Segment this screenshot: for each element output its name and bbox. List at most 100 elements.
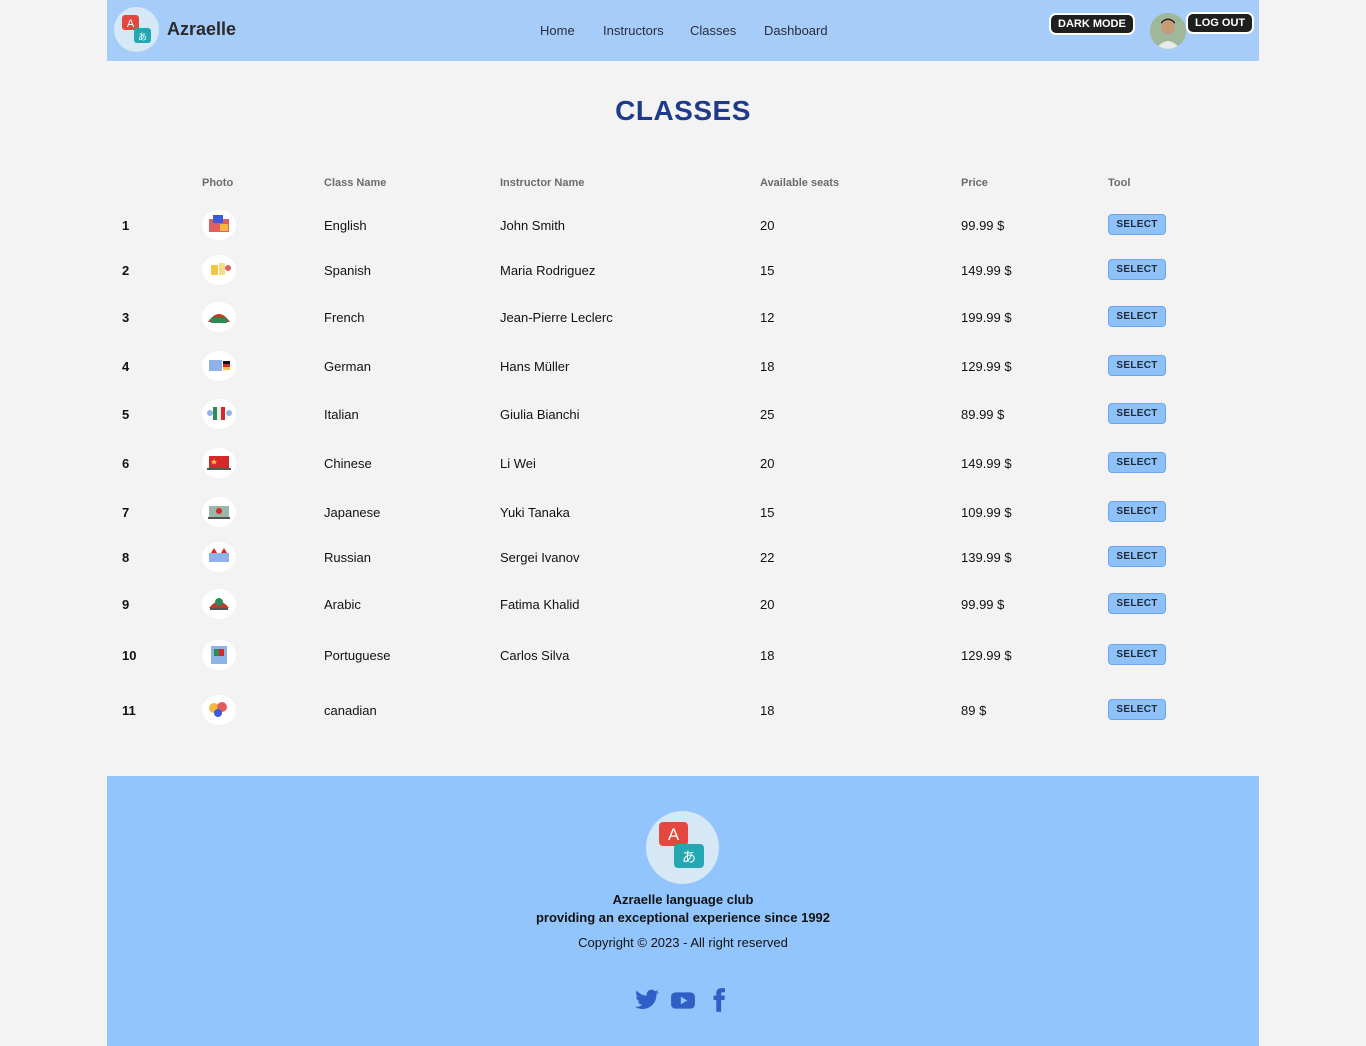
row-number: 1 bbox=[122, 218, 130, 233]
class-name: Italian bbox=[324, 407, 359, 422]
row-number: 5 bbox=[122, 407, 130, 422]
row-number: 7 bbox=[122, 505, 130, 520]
class-name: Spanish bbox=[324, 263, 371, 278]
svg-text:A: A bbox=[668, 825, 680, 844]
price: 99.99 $ bbox=[961, 597, 1005, 612]
select-button[interactable]: SELECT bbox=[1108, 452, 1166, 473]
instructor-name: Maria Rodriguez bbox=[500, 263, 596, 278]
price: 149.99 $ bbox=[961, 456, 1012, 471]
tagline: providing an exceptional experience sinc… bbox=[535, 910, 831, 925]
table-row: 7 Japanese Yuki Tanaka 15 109.99 $ SELEC… bbox=[107, 497, 1259, 527]
avatar[interactable] bbox=[1150, 13, 1186, 49]
svg-text:あ: あ bbox=[138, 32, 147, 43]
svg-text:A: A bbox=[127, 18, 135, 30]
class-name: canadian bbox=[324, 703, 377, 718]
class-photo bbox=[202, 448, 236, 478]
column-header-instructor-name: Instructor Name bbox=[500, 177, 585, 189]
class-name: Japanese bbox=[324, 505, 381, 520]
instructor-name: Giulia Bianchi bbox=[500, 407, 580, 422]
facebook-icon[interactable] bbox=[706, 987, 732, 1013]
class-name: Arabic bbox=[324, 597, 361, 612]
select-button[interactable]: SELECT bbox=[1108, 699, 1166, 720]
instructor-name: Yuki Tanaka bbox=[500, 505, 570, 520]
dark-mode-button[interactable]: DARK MODE bbox=[1049, 13, 1135, 35]
available-seats: 25 bbox=[760, 407, 775, 422]
table-row: 4 German Hans Müller 18 129.99 $ SELECT bbox=[107, 351, 1259, 381]
table-row: 1 English John Smith 20 99.99 $ SELECT bbox=[107, 210, 1259, 240]
available-seats: 20 bbox=[760, 456, 775, 471]
table-row: 5 Italian Giulia Bianchi 25 89.99 $ SELE… bbox=[107, 399, 1259, 429]
class-photo bbox=[202, 255, 236, 285]
instructor-name: John Smith bbox=[500, 218, 566, 233]
instructor-name: Li Wei bbox=[500, 456, 536, 471]
row-number: 10 bbox=[122, 648, 137, 663]
price: 139.99 $ bbox=[961, 550, 1012, 565]
table-row: 10 Portuguese Carlos Silva 18 129.99 $ S… bbox=[107, 640, 1259, 670]
column-header-price: Price bbox=[961, 177, 988, 189]
table-row: 9 Arabic Fatima Khalid 20 99.99 $ SELECT bbox=[107, 589, 1259, 619]
available-seats: 20 bbox=[760, 218, 775, 233]
select-button[interactable]: SELECT bbox=[1108, 403, 1166, 424]
select-button[interactable]: SELECT bbox=[1108, 501, 1166, 522]
class-name: Russian bbox=[324, 550, 371, 565]
class-name: English bbox=[324, 218, 367, 233]
select-button[interactable]: SELECT bbox=[1108, 259, 1166, 280]
column-header-photo: Photo bbox=[202, 177, 234, 189]
column-header-available-seats: Available seats bbox=[760, 177, 840, 189]
instructor-name: Fatima Khalid bbox=[500, 597, 580, 612]
page: A あ Azraelle Home Instructors Classes Da… bbox=[107, 0, 1259, 1046]
class-name: Chinese bbox=[324, 456, 372, 471]
table-row: 6 Chinese Li Wei 20 149.99 $ SELECT bbox=[107, 448, 1259, 478]
instructor-name: Jean-Pierre Leclerc bbox=[500, 310, 613, 325]
table-row: 3 French Jean-Pierre Leclerc 12 199.99 $… bbox=[107, 302, 1259, 332]
price: 99.99 $ bbox=[961, 218, 1005, 233]
available-seats: 15 bbox=[760, 263, 775, 278]
select-button[interactable]: SELECT bbox=[1108, 214, 1166, 235]
row-number: 9 bbox=[122, 597, 130, 612]
logout-button[interactable]: LOG OUT bbox=[1186, 12, 1255, 34]
available-seats: 18 bbox=[760, 703, 775, 718]
youtube-icon[interactable] bbox=[670, 987, 696, 1013]
class-photo bbox=[202, 302, 236, 332]
copyright: Copyright © 2023 - All right reserved bbox=[578, 935, 788, 950]
row-number: 8 bbox=[122, 550, 130, 565]
class-photo bbox=[202, 399, 236, 429]
select-button[interactable]: SELECT bbox=[1108, 593, 1166, 614]
twitter-icon[interactable] bbox=[634, 987, 660, 1013]
row-number: 3 bbox=[122, 310, 130, 325]
table-row: 11 canadian 18 89 $ SELECT bbox=[107, 695, 1259, 725]
class-photo bbox=[202, 589, 236, 619]
available-seats: 20 bbox=[760, 597, 775, 612]
class-name: Portuguese bbox=[324, 648, 391, 663]
class-name: German bbox=[324, 359, 371, 374]
class-photo bbox=[202, 695, 236, 725]
price: 129.99 $ bbox=[961, 648, 1012, 663]
select-button[interactable]: SELECT bbox=[1108, 546, 1166, 567]
row-number: 2 bbox=[122, 263, 130, 278]
available-seats: 18 bbox=[760, 359, 775, 374]
select-button[interactable]: SELECT bbox=[1108, 355, 1166, 376]
row-number: 6 bbox=[122, 456, 130, 471]
nav-instructors[interactable]: Instructors bbox=[603, 23, 664, 38]
price: 149.99 $ bbox=[961, 263, 1012, 278]
select-button[interactable]: SELECT bbox=[1108, 644, 1166, 665]
select-button[interactable]: SELECT bbox=[1108, 306, 1166, 327]
brand-name[interactable]: Azraelle bbox=[167, 19, 236, 40]
available-seats: 12 bbox=[760, 310, 775, 325]
available-seats: 18 bbox=[760, 648, 775, 663]
club-name: Azraelle language club bbox=[612, 892, 754, 907]
instructor-name: Carlos Silva bbox=[500, 648, 570, 663]
nav-home[interactable]: Home bbox=[540, 23, 575, 38]
logo-icon[interactable]: A あ bbox=[114, 7, 159, 52]
row-number: 11 bbox=[122, 703, 136, 718]
available-seats: 15 bbox=[760, 505, 775, 520]
available-seats: 22 bbox=[760, 550, 775, 565]
nav-dashboard[interactable]: Dashboard bbox=[764, 23, 828, 38]
nav-classes[interactable]: Classes bbox=[690, 23, 736, 38]
price: 199.99 $ bbox=[961, 310, 1012, 325]
class-photo bbox=[202, 497, 236, 527]
price: 89.99 $ bbox=[961, 407, 1005, 422]
class-photo bbox=[202, 640, 236, 670]
price: 109.99 $ bbox=[961, 505, 1012, 520]
class-photo bbox=[202, 542, 236, 572]
